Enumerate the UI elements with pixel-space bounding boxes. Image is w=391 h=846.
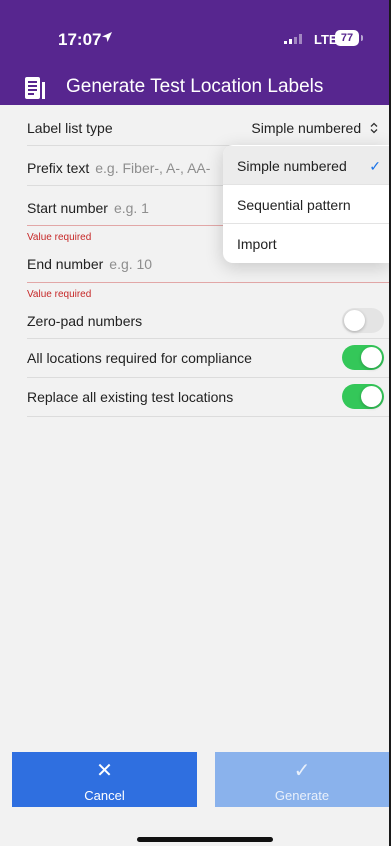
close-icon: ✕ bbox=[96, 760, 113, 782]
zero-pad-label: Zero-pad numbers bbox=[27, 313, 143, 329]
app-frame: 17:07 LTE 77 Generate Test Location Labe… bbox=[0, 0, 391, 846]
replace-all-label: Replace all existing test locations bbox=[27, 389, 234, 405]
label-list-type-select[interactable]: Simple numbered bbox=[251, 120, 379, 136]
zero-pad-toggle[interactable] bbox=[342, 308, 384, 333]
end-number-label: End number bbox=[27, 256, 104, 272]
end-number-field[interactable]: End number e.g. 10 bbox=[27, 256, 152, 272]
start-number-placeholder: e.g. 1 bbox=[113, 200, 149, 216]
toggle-knob bbox=[361, 386, 382, 407]
toggle-knob bbox=[361, 347, 382, 368]
checkmark-icon: ✓ bbox=[293, 760, 311, 782]
battery-level: 77 bbox=[335, 30, 359, 46]
end-number-error: Value required bbox=[27, 289, 92, 300]
error-divider bbox=[27, 282, 389, 283]
document-icon bbox=[25, 77, 45, 99]
cancel-button[interactable]: ✕ Cancel bbox=[12, 752, 197, 807]
menu-option-import[interactable]: Import bbox=[223, 224, 389, 262]
checkmark-icon: ✓ bbox=[369, 158, 381, 174]
app-header: 17:07 LTE 77 Generate Test Location Labe… bbox=[0, 0, 389, 105]
home-indicator[interactable] bbox=[137, 837, 273, 842]
label-list-type-menu: Simple numbered ✓ Sequential pattern Imp… bbox=[223, 145, 389, 263]
prefix-text-field[interactable]: Prefix text e.g. Fiber-, A-, AA- bbox=[27, 160, 210, 176]
start-number-label: Start number bbox=[27, 200, 108, 216]
cancel-label: Cancel bbox=[84, 788, 125, 803]
prefix-text-placeholder: e.g. Fiber-, A-, AA- bbox=[95, 160, 211, 176]
battery-nub bbox=[361, 35, 363, 41]
start-number-error: Value required bbox=[27, 232, 92, 243]
page-title: Generate Test Location Labels bbox=[66, 76, 324, 97]
end-number-placeholder: e.g. 10 bbox=[109, 256, 153, 272]
label-list-type-label: Label list type bbox=[27, 120, 113, 136]
menu-option-label: Sequential pattern bbox=[237, 197, 351, 213]
chevron-updown-icon bbox=[370, 122, 378, 134]
toggle-knob bbox=[344, 310, 365, 331]
prefix-text-label: Prefix text bbox=[27, 160, 90, 176]
menu-option-label: Import bbox=[237, 236, 277, 252]
all-required-toggle[interactable] bbox=[342, 345, 384, 370]
replace-all-row: Replace all existing test locations bbox=[0, 378, 389, 416]
status-time: 17:07 bbox=[58, 30, 102, 49]
label-list-type-row[interactable]: Label list type Simple numbered bbox=[0, 105, 389, 145]
zero-pad-row: Zero-pad numbers bbox=[0, 303, 389, 338]
signal-icon bbox=[284, 34, 302, 44]
replace-all-toggle[interactable] bbox=[342, 384, 384, 409]
all-required-label: All locations required for compliance bbox=[27, 350, 252, 366]
start-number-field[interactable]: Start number e.g. 1 bbox=[27, 200, 149, 216]
generate-label: Generate bbox=[274, 788, 330, 803]
divider bbox=[27, 416, 389, 417]
all-required-row: All locations required for compliance bbox=[0, 339, 389, 377]
location-arrow-icon bbox=[102, 32, 112, 42]
menu-option-label: Simple numbered bbox=[237, 158, 347, 174]
label-list-type-value: Simple numbered bbox=[251, 120, 362, 136]
menu-option-simple-numbered[interactable]: Simple numbered ✓ bbox=[223, 146, 389, 184]
menu-option-sequential-pattern[interactable]: Sequential pattern bbox=[223, 185, 389, 223]
generate-button[interactable]: ✓ Generate bbox=[215, 752, 389, 807]
